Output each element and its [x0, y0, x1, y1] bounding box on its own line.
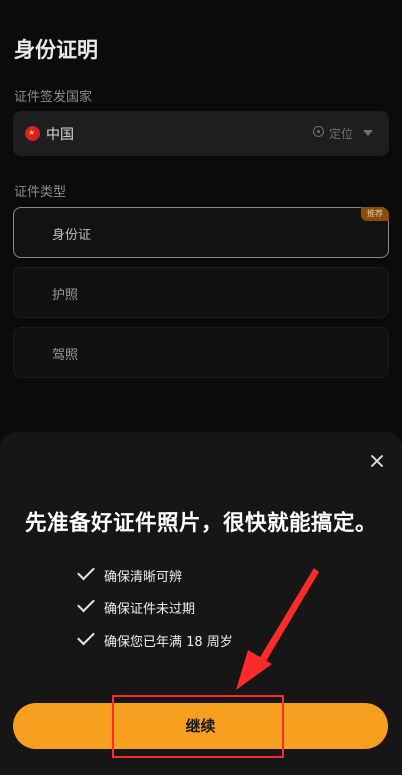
close-icon[interactable]: [366, 450, 388, 472]
sheet-title: 先准备好证件照片，很快就能搞定。: [24, 511, 377, 536]
recommend-badge: 推荐: [361, 207, 389, 221]
country-name: 中国: [46, 127, 74, 143]
country-section-label: 证件签发国家: [14, 90, 93, 105]
doc-option-id-card[interactable]: 身份证 推荐: [13, 207, 389, 258]
checkmark-icon: [77, 627, 95, 646]
page-title: 身份证明: [14, 38, 98, 62]
doc-option-passport[interactable]: 护照: [13, 267, 389, 318]
annotation-highlight-box: [112, 695, 284, 758]
checklist-text: 确保清晰可辨: [104, 570, 183, 585]
country-selector[interactable]: ★ 中国 定位: [13, 111, 389, 156]
china-flag-icon: ★: [25, 126, 40, 141]
locate-icon[interactable]: [313, 126, 324, 137]
checkmark-icon: [77, 562, 95, 581]
doc-option-label: 驾照: [52, 348, 79, 363]
locate-label[interactable]: 定位: [329, 125, 353, 142]
doc-type-section-label: 证件类型: [14, 185, 67, 200]
checkmark-icon: [77, 594, 95, 613]
doc-option-driver-license[interactable]: 驾照: [13, 327, 389, 378]
checklist-text: 确保证件未过期: [104, 602, 196, 617]
chevron-down-icon[interactable]: [363, 130, 373, 136]
doc-option-label: 身份证: [52, 228, 92, 243]
doc-option-label: 护照: [52, 288, 79, 303]
checklist-text: 确保您已年满 18 周岁: [104, 635, 233, 650]
